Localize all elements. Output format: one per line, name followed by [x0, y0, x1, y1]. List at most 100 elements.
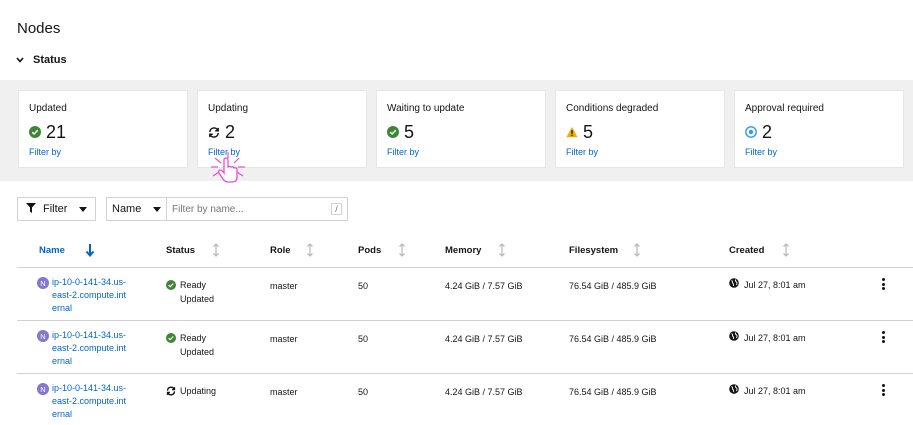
card-title: Approval required: [745, 103, 824, 114]
node-name-cell: N ip-10-0-141-34.us-east-2.compute.inter…: [37, 382, 137, 421]
memory-cell: 4.24 GiB / 7.57 GiB: [445, 387, 523, 397]
card-title: Updated: [29, 103, 67, 114]
status-summary-band: Updated 21 Filter by Updating 2 Filter b…: [0, 80, 913, 181]
globe-icon: [729, 331, 739, 345]
column-header-role[interactable]: Role: [270, 243, 313, 257]
column-header-filesystem[interactable]: Filesystem: [569, 243, 640, 257]
node-name-link[interactable]: ip-10-0-141-34.us-east-2.compute.interna…: [52, 276, 130, 315]
status-card-approval: Approval required 2 Filter by: [734, 90, 904, 168]
globe-icon: [729, 384, 739, 398]
node-status: Ready Updated: [166, 278, 214, 306]
node-badge: N: [37, 330, 49, 342]
card-count: 21: [46, 122, 67, 142]
filter-by-link[interactable]: Filter by: [208, 147, 240, 157]
column-header-status[interactable]: Status: [166, 243, 219, 257]
row-actions-kebab-icon[interactable]: [879, 329, 887, 345]
caret-down-icon: [79, 203, 87, 215]
memory-cell: 4.24 GiB / 7.57 GiB: [445, 281, 523, 291]
node-badge: N: [37, 383, 49, 395]
filter-by-link[interactable]: Filter by: [566, 147, 598, 157]
status-section-label: Status: [33, 54, 67, 66]
globe-icon: [729, 278, 739, 292]
role-cell: master: [270, 334, 298, 344]
sync-icon: [166, 386, 176, 396]
filter-type-select[interactable]: Name: [106, 197, 166, 221]
status-subtext: Updated: [180, 347, 215, 357]
caret-down-icon: [153, 203, 161, 215]
filter-type-label: Name: [112, 203, 142, 215]
memory-cell: 4.24 GiB / 7.57 GiB: [445, 334, 523, 344]
warning-triangle-icon: [566, 126, 578, 138]
sort-icon: [633, 243, 643, 257]
card-title: Conditions degraded: [566, 103, 659, 114]
status-text: Ready: [180, 280, 207, 290]
name-filter-search[interactable]: /: [166, 197, 348, 221]
filesystem-cell: 76.54 GiB / 485.9 GiB: [569, 334, 657, 344]
card-count: 5: [583, 122, 594, 142]
filter-by-link[interactable]: Filter by: [29, 147, 61, 157]
table-row: N ip-10-0-141-34.us-east-2.compute.inter…: [17, 321, 913, 374]
check-circle-icon: [166, 280, 176, 290]
filter-by-link[interactable]: Filter by: [387, 147, 419, 157]
filter-label: Filter: [43, 203, 68, 215]
created-timestamp: Jul 27, 8:01 am: [744, 333, 806, 343]
nodes-table: Name Status Role Pods Memory Filesystem …: [17, 235, 913, 425]
node-name-cell: N ip-10-0-141-34.us-east-2.compute.inter…: [37, 276, 137, 315]
table-toolbar: Filter Name /: [17, 197, 348, 222]
status-text: Updating: [180, 386, 217, 396]
pods-cell: 50: [358, 387, 369, 397]
role-cell: master: [270, 387, 298, 397]
node-status: Ready Updated: [166, 331, 214, 359]
row-actions-kebab-icon[interactable]: [879, 382, 887, 398]
role-cell: master: [270, 281, 298, 291]
sort-icon: [306, 243, 316, 257]
column-header-created[interactable]: Created: [729, 243, 789, 257]
row-actions-kebab-icon[interactable]: [879, 276, 887, 292]
node-badge: N: [37, 277, 49, 289]
sort-icon: [398, 243, 408, 257]
card-count: 2: [225, 122, 236, 142]
card-count: 2: [762, 122, 773, 142]
created-timestamp: Jul 27, 8:01 am: [744, 280, 806, 290]
status-card-updated: Updated 21 Filter by: [18, 90, 188, 168]
filesystem-cell: 76.54 GiB / 485.9 GiB: [569, 281, 657, 291]
created-timestamp: Jul 27, 8:01 am: [744, 386, 806, 396]
created-cell: Jul 27, 8:01 am: [729, 384, 806, 398]
status-section-toggle[interactable]: Status: [15, 54, 67, 66]
column-header-name[interactable]: Name: [39, 244, 95, 258]
sort-icon: [498, 243, 508, 257]
check-circle-icon: [166, 333, 176, 343]
created-cell: Jul 27, 8:01 am: [729, 331, 806, 345]
filter-by-link[interactable]: Filter by: [745, 147, 777, 157]
table-row: N ip-10-0-141-34.us-east-2.compute.inter…: [17, 268, 913, 321]
card-count: 5: [404, 122, 415, 142]
name-filter-input[interactable]: [172, 203, 322, 215]
sort-desc-icon: [85, 243, 95, 258]
check-circle-icon: [387, 126, 399, 138]
sort-icon: [212, 243, 222, 257]
created-cell: Jul 27, 8:01 am: [729, 278, 806, 292]
node-name-link[interactable]: ip-10-0-141-34.us-east-2.compute.interna…: [52, 329, 130, 368]
sync-icon: [208, 126, 220, 138]
column-header-memory[interactable]: Memory: [445, 243, 505, 257]
pods-cell: 50: [358, 281, 369, 291]
pods-cell: 50: [358, 334, 369, 344]
table-row: N ip-10-0-141-34.us-east-2.compute.inter…: [17, 374, 913, 425]
node-name-link[interactable]: ip-10-0-141-34.us-east-2.compute.interna…: [52, 382, 130, 421]
status-card-updating: Updating 2 Filter by: [197, 90, 367, 168]
status-card-degraded: Conditions degraded 5 Filter by: [555, 90, 725, 168]
chevron-down-icon: [15, 55, 25, 65]
column-header-pods[interactable]: Pods: [358, 243, 405, 257]
status-subtext: Updated: [180, 294, 215, 304]
filter-icon: [26, 202, 36, 216]
status-text: Ready: [180, 333, 207, 343]
filter-dropdown-button[interactable]: Filter: [17, 197, 96, 221]
search-shortcut-hint: /: [331, 203, 342, 215]
sort-icon: [782, 243, 792, 257]
card-title: Waiting to update: [387, 103, 465, 114]
table-header: Name Status Role Pods Memory Filesystem …: [17, 235, 913, 268]
filesystem-cell: 76.54 GiB / 485.9 GiB: [569, 387, 657, 397]
node-status: Updating: [166, 384, 216, 398]
card-title: Updating: [208, 103, 249, 114]
page-title: Nodes: [17, 20, 61, 37]
